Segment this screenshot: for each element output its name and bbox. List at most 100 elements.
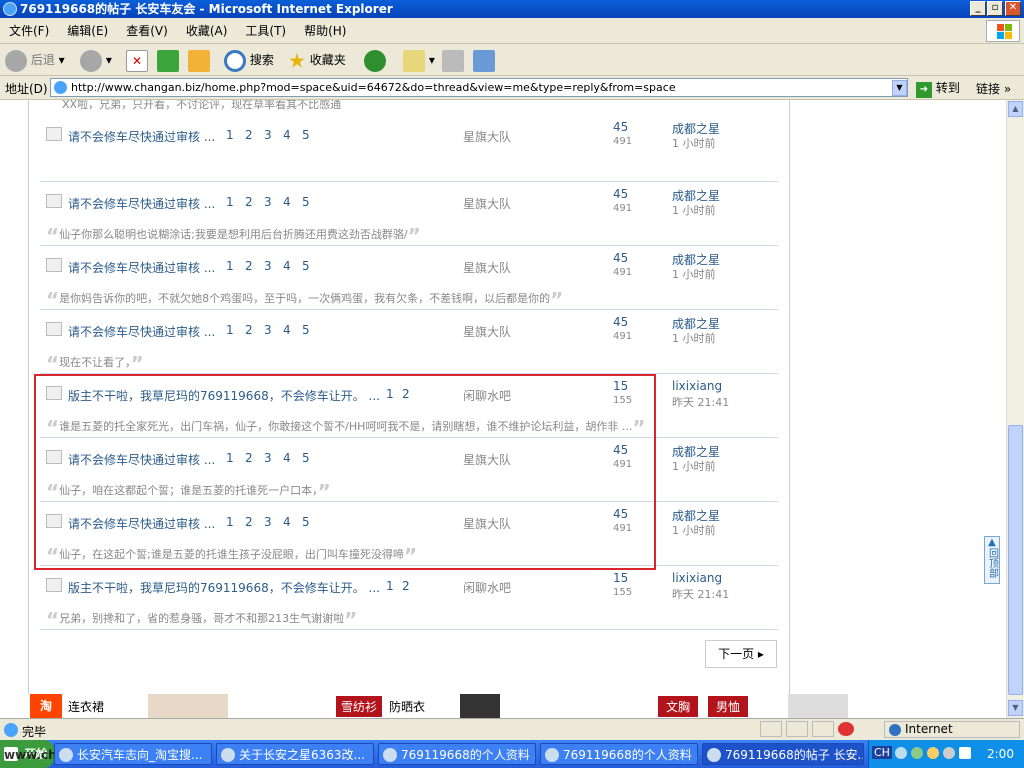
page-link[interactable]: 5	[302, 259, 310, 273]
back-button[interactable]: 后退 ▾	[5, 48, 65, 72]
scroll-down-arrow[interactable]: ▼	[1008, 700, 1023, 716]
page-link[interactable]: 5	[302, 128, 310, 142]
go-button[interactable]: ➜ 转到	[916, 79, 960, 98]
tray-icon[interactable]	[895, 747, 907, 759]
next-page-button[interactable]: 下一页 ▸	[705, 640, 777, 668]
thread-icon	[46, 194, 62, 208]
thread-title[interactable]: 请不会修车尽快通过审核 ...	[68, 323, 215, 340]
page-link[interactable]: 3	[264, 195, 272, 209]
menu-favorites[interactable]: 收藏(A)	[177, 18, 237, 44]
reply-quote: “仙子你那么聪明也说糊涂话;我要是想利用后台折腾还用费这劲否战群骆/”	[46, 224, 421, 248]
print-button[interactable]	[442, 48, 464, 72]
edit-button[interactable]	[473, 48, 495, 72]
menu-help[interactable]: 帮助(H)	[295, 18, 355, 44]
ad-link[interactable]: 连衣裙	[68, 698, 104, 715]
reply-quote: “兄弟，别搀和了，省的惹身骚，哥才不和那213生气谢谢啦”	[46, 608, 358, 632]
menu-file[interactable]: 文件(F)	[0, 18, 58, 44]
tray-icon[interactable]	[959, 747, 971, 759]
table-row: 版主不干啦，我草尼玛的769119668，不会修车让开。 ... 1 2 闲聊水…	[40, 566, 778, 632]
language-indicator[interactable]: CH	[872, 746, 892, 759]
last-author[interactable]: lixixiang	[672, 571, 722, 585]
menu-tools[interactable]: 工具(T)	[236, 18, 295, 44]
tray-icon[interactable]	[911, 747, 923, 759]
forum-name[interactable]: 星旗大队	[463, 195, 511, 212]
address-dropdown[interactable]: ▼	[892, 80, 907, 96]
page-link[interactable]: 4	[283, 128, 291, 142]
page-link[interactable]: 5	[302, 323, 310, 337]
ie-icon	[59, 748, 73, 762]
maximize-button[interactable]: ▫	[987, 1, 1003, 16]
ad-tag[interactable]: 文胸	[658, 696, 699, 717]
thread-title[interactable]: 版主不干啦，我草尼玛的769119668，不会修车让开。 ...	[68, 579, 380, 596]
search-icon	[224, 49, 246, 72]
status-text: 完毕	[22, 725, 47, 739]
page-link[interactable]: 1	[386, 579, 394, 593]
page-link[interactable]: 2	[245, 195, 253, 209]
page-link[interactable]: 4	[283, 195, 291, 209]
home-button[interactable]	[188, 48, 210, 72]
stop-button[interactable]: ✕	[126, 48, 148, 72]
last-time: 1 小时前	[672, 268, 716, 281]
reply-count: 45	[613, 315, 629, 329]
page-link[interactable]: 1	[226, 195, 234, 209]
page-link[interactable]: 2	[245, 259, 253, 273]
scroll-thumb[interactable]	[1008, 425, 1023, 695]
refresh-icon	[157, 49, 179, 72]
thread-title[interactable]: 请不会修车尽快通过审核 ...	[68, 128, 215, 145]
tray-icon[interactable]	[943, 747, 955, 759]
forum-name[interactable]: 闲聊水吧	[463, 579, 511, 596]
reply-quote: “现在不让看了，”	[46, 352, 144, 376]
forward-button[interactable]: ▾	[80, 48, 112, 72]
task-button[interactable]: 关于长安之星6363改...	[216, 743, 374, 765]
thread-icon	[46, 258, 62, 272]
page-link[interactable]: 3	[264, 259, 272, 273]
page-link[interactable]: 3	[264, 128, 272, 142]
links-button[interactable]: 链接 »	[976, 80, 1011, 97]
history-button[interactable]	[364, 48, 386, 72]
page-link[interactable]: 2	[245, 323, 253, 337]
task-button[interactable]: 769119668的个人资料 ...	[378, 743, 536, 765]
thread-title[interactable]: 请不会修车尽快通过审核 ...	[68, 259, 215, 276]
task-button-active[interactable]: 769119668的帖子 长安...	[702, 743, 864, 765]
back-to-top-button[interactable]: ▲ 回顶部	[984, 536, 1000, 584]
ad-tag[interactable]: 雪纺衫	[336, 696, 383, 717]
page-link[interactable]: 4	[283, 323, 291, 337]
page-link[interactable]: 2	[402, 579, 410, 593]
scroll-up-arrow[interactable]: ▲	[1008, 101, 1023, 117]
page-link[interactable]: 1	[226, 323, 234, 337]
task-button[interactable]: 长安汽车志向_淘宝搜...	[54, 743, 212, 765]
forum-name[interactable]: 星旗大队	[463, 128, 511, 145]
menu-view[interactable]: 查看(V)	[117, 18, 177, 44]
ad-tag[interactable]: 男恤	[708, 696, 749, 717]
chevron-right-icon: ▸	[757, 647, 764, 661]
page-link[interactable]: 1	[226, 259, 234, 273]
page-link[interactable]: 2	[245, 128, 253, 142]
thread-icon	[46, 127, 62, 141]
reply-count: 15	[613, 571, 629, 585]
task-button[interactable]: 769119668的个人资料 ...	[540, 743, 698, 765]
tray-icon[interactable]	[927, 747, 939, 759]
last-author[interactable]: lixixiang	[672, 379, 722, 393]
mail-button[interactable]: ▾	[403, 48, 435, 72]
star-icon: ★	[288, 48, 306, 73]
ad-link[interactable]: 防晒衣	[389, 698, 425, 715]
refresh-button[interactable]	[157, 48, 179, 72]
menu-edit[interactable]: 编辑(E)	[58, 18, 117, 44]
thread-title[interactable]: 请不会修车尽快通过审核 ...	[68, 195, 215, 212]
forum-name[interactable]: 星旗大队	[463, 259, 511, 276]
system-tray: CH 2:00	[868, 740, 1024, 768]
page-link[interactable]: 4	[283, 259, 291, 273]
search-button[interactable]: 搜索	[224, 48, 274, 72]
forum-name[interactable]: 星旗大队	[463, 323, 511, 340]
clock[interactable]: 2:00	[987, 747, 1014, 761]
minimize-button[interactable]: _	[970, 1, 986, 16]
favorites-button[interactable]: ★ 收藏夹	[288, 48, 346, 73]
title-bar: 769119668的帖子 长安车友会 - Microsoft Internet …	[0, 0, 1024, 18]
close-button[interactable]: ✕	[1005, 1, 1021, 16]
vertical-scrollbar[interactable]: ▲ ▼	[1006, 100, 1024, 718]
page-link[interactable]: 1	[226, 128, 234, 142]
page-link[interactable]: 3	[264, 323, 272, 337]
page-link[interactable]: 5	[302, 195, 310, 209]
ie-icon	[383, 748, 397, 762]
address-input[interactable]: http://www.changan.biz/home.php?mod=spac…	[50, 78, 908, 97]
